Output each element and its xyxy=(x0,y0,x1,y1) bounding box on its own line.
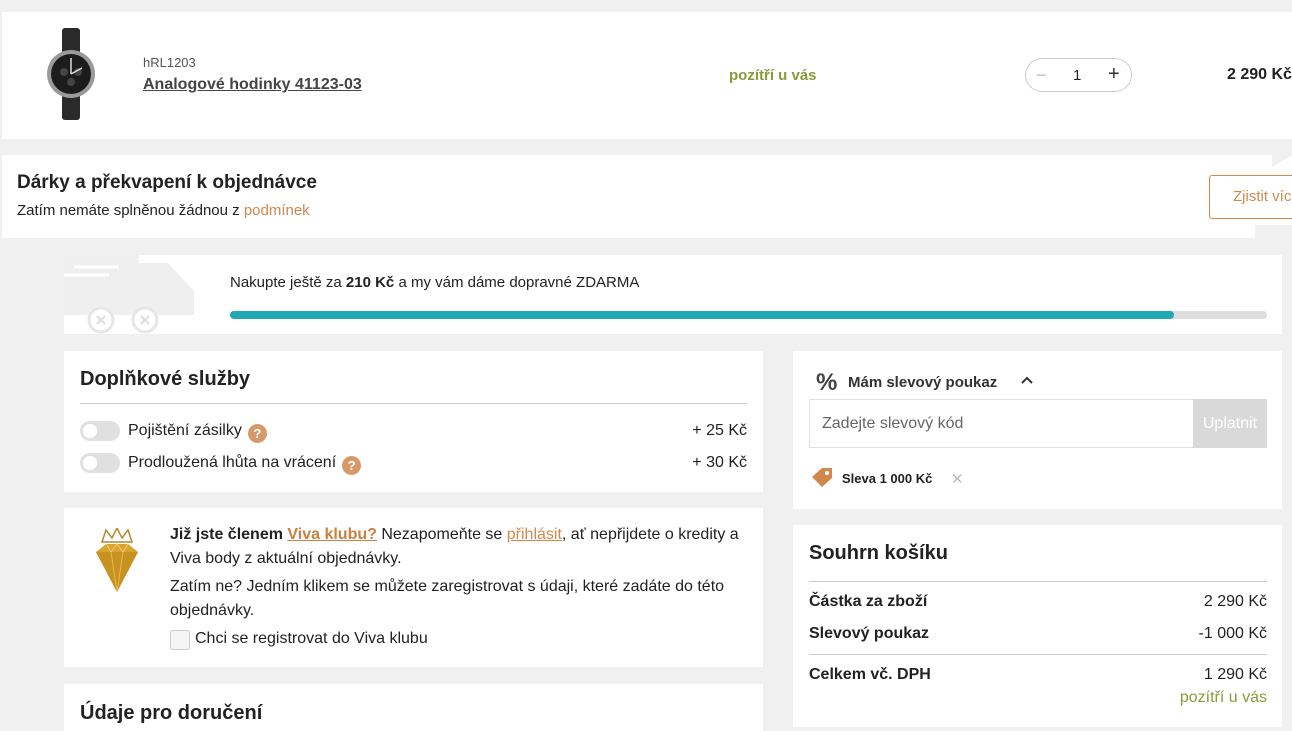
extended-return-toggle[interactable] xyxy=(80,453,120,473)
service-insurance: Pojištění zásilky? + 25 Kč xyxy=(80,421,747,443)
chevron-up-icon[interactable] xyxy=(1021,375,1033,385)
quantity-value[interactable]: 1 xyxy=(1073,67,1081,84)
remaining-amount: 210 Kč xyxy=(345,274,395,291)
service-extended-return: Prodloužená lhůta na vrácení? + 30 Kč xyxy=(80,453,747,475)
conditions-link[interactable]: podmínek xyxy=(244,202,310,219)
viva-club-panel: Již jste členem Viva klubu? Nezapomeňte … xyxy=(64,508,763,667)
shipping-progress-fill xyxy=(230,311,1174,319)
viva-club-link[interactable]: Viva klubu? xyxy=(287,526,377,543)
free-shipping-text: Nakupte ještě za 210 Kč a my vám dáme do… xyxy=(230,274,640,291)
watch-image[interactable] xyxy=(46,28,96,120)
viva-register-text: Zatím ne? Jedním klikem se můžete zaregi… xyxy=(170,578,725,619)
gifts-panel: Dárky a překvapení k objednávce Zatím ne… xyxy=(2,155,1292,238)
diamond-icon xyxy=(96,528,138,593)
apply-voucher-button[interactable]: Uplatnit xyxy=(1193,399,1267,448)
summary-availability: pozítří u vás xyxy=(1179,689,1267,706)
viva-question: Již jste členem Viva klubu? Nezapomeňte … xyxy=(170,526,739,567)
help-icon[interactable]: ? xyxy=(342,456,362,475)
applied-voucher: Sleva 1 000 Kč xyxy=(842,471,933,486)
divider xyxy=(809,581,1267,582)
shipping-progress-bar xyxy=(230,311,1267,319)
additional-services-panel: Doplňkové služby Pojištění zásilky? + 25… xyxy=(64,351,763,492)
voucher-panel: % Mám slevový poukaz Zadejte slevový kód… xyxy=(793,351,1282,509)
services-title: Doplňkové služby xyxy=(80,368,251,390)
corner-notch xyxy=(1255,225,1292,238)
cart-item: hRL1203 Analogové hodinky 41123-03 pozít… xyxy=(2,12,1292,139)
voucher-toggle[interactable]: Mám slevový poukaz xyxy=(848,374,997,391)
quantity-stepper: − 1 + xyxy=(1025,58,1132,92)
product-price: 2 290 Kč xyxy=(1227,66,1292,83)
service-label: Prodloužená lhůta na vrácení xyxy=(128,454,337,471)
tag-icon xyxy=(812,468,832,487)
service-price: + 25 Kč xyxy=(692,422,747,439)
voucher-code-input[interactable]: Zadejte slevový kód xyxy=(809,399,1194,448)
delivery-title: Údaje pro doručení xyxy=(80,702,263,724)
cart-summary-panel: Souhrn košíku Částka za zboží 2 290 Kč S… xyxy=(793,525,1282,727)
divider xyxy=(80,403,747,404)
service-price: + 30 Kč xyxy=(692,454,747,471)
total-value: 1 290 Kč xyxy=(1203,666,1267,683)
help-icon[interactable]: ? xyxy=(247,424,267,443)
summary-title: Souhrn košíku xyxy=(809,542,948,564)
delivery-details-panel: Údaje pro doručení xyxy=(64,684,763,731)
product-name-link[interactable]: Analogové hodinky 41123-03 xyxy=(143,76,362,94)
insurance-toggle[interactable] xyxy=(80,421,120,441)
close-icon[interactable]: ✕ xyxy=(951,470,964,488)
service-label: Pojištění zásilky xyxy=(128,422,242,439)
summary-label: Slevový poukaz xyxy=(809,625,930,642)
availability-text: pozítří u vás xyxy=(729,67,817,84)
summary-value: 2 290 Kč xyxy=(1203,593,1267,610)
product-sku: hRL1203 xyxy=(143,55,196,70)
percent-icon: % xyxy=(816,369,838,396)
register-checkbox-label[interactable]: Chci se registrovat do Viva klubu xyxy=(195,630,428,648)
summary-label: Částka za zboží xyxy=(809,593,928,610)
divider xyxy=(809,654,1267,655)
find-out-more-button[interactable]: Zjistit více xyxy=(1209,175,1292,219)
corner-decoration xyxy=(1272,155,1292,167)
gifts-title: Dárky a překvapení k objednávce xyxy=(17,172,317,193)
register-checkbox[interactable] xyxy=(170,630,190,650)
login-link[interactable]: přihlásit xyxy=(507,526,562,543)
total-label: Celkem vč. DPH xyxy=(809,666,931,683)
decrease-quantity-button[interactable]: − xyxy=(1036,65,1047,86)
gifts-subtitle: Zatím nemáte splněnou žádnou z podmínek xyxy=(17,202,310,219)
summary-value: -1 000 Kč xyxy=(1198,625,1267,642)
truck-icon xyxy=(64,255,196,334)
increase-quantity-button[interactable]: + xyxy=(1108,63,1120,86)
free-shipping-panel: Nakupte ještě za 210 Kč a my vám dáme do… xyxy=(64,255,1282,334)
